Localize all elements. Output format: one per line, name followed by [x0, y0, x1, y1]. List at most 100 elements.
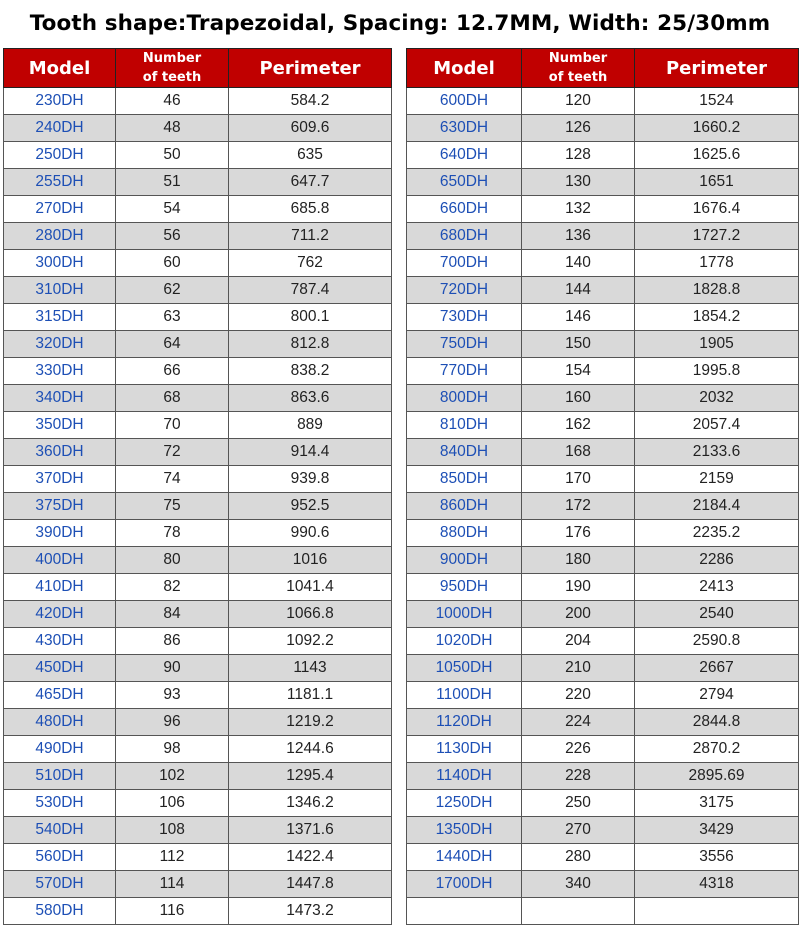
- perimeter-cell: 609.6: [228, 114, 392, 142]
- perimeter-cell: 1295.4: [228, 762, 392, 790]
- perimeter-cell: 1660.2: [634, 114, 799, 142]
- perimeter-cell: 711.2: [228, 222, 392, 250]
- teeth-header-line2: of teeth: [548, 70, 608, 85]
- model-cell: 650DH: [406, 168, 522, 196]
- teeth-cell: 60: [115, 249, 229, 277]
- table-row: 750DH 150 1905: [406, 330, 799, 358]
- teeth-header-line1: Number: [548, 51, 608, 66]
- teeth-cell: 102: [115, 762, 229, 790]
- perimeter-cell: 1181.1: [228, 681, 392, 709]
- perimeter-cell: 1727.2: [634, 222, 799, 250]
- model-cell: 1050DH: [406, 654, 522, 682]
- table-row: 700DH 140 1778: [406, 249, 799, 277]
- table-row: 430DH 86 1092.2: [3, 627, 392, 655]
- teeth-cell: 80: [115, 546, 229, 574]
- table-row: 360DH 72 914.4: [3, 438, 392, 466]
- teeth-cell: 144: [521, 276, 635, 304]
- model-cell: 540DH: [3, 816, 116, 844]
- table-row: 315DH 63 800.1: [3, 303, 392, 331]
- teeth-cell: 170: [521, 465, 635, 493]
- table-row: 1050DH 210 2667: [406, 654, 799, 682]
- teeth-cell: 180: [521, 546, 635, 574]
- table-row: 1100DH 220 2794: [406, 681, 799, 709]
- model-cell: 700DH: [406, 249, 522, 277]
- model-cell: 370DH: [3, 465, 116, 493]
- teeth-cell: 132: [521, 195, 635, 223]
- perimeter-cell: 2540: [634, 600, 799, 628]
- perimeter-cell: [634, 897, 799, 925]
- model-cell: 400DH: [3, 546, 116, 574]
- teeth-cell: 270: [521, 816, 635, 844]
- perimeter-cell: 647.7: [228, 168, 392, 196]
- table-row: 850DH 170 2159: [406, 465, 799, 493]
- table-row: 250DH 50 635: [3, 141, 392, 169]
- table-row: 400DH 80 1016: [3, 546, 392, 574]
- teeth-cell: 93: [115, 681, 229, 709]
- table-row: 1140DH 228 2895.69: [406, 762, 799, 790]
- perimeter-cell: 2895.69: [634, 762, 799, 790]
- table-row: 465DH 93 1181.1: [3, 681, 392, 709]
- table-row: 1440DH 280 3556: [406, 843, 799, 871]
- model-cell: 280DH: [3, 222, 116, 250]
- model-cell: 465DH: [3, 681, 116, 709]
- model-cell: 880DH: [406, 519, 522, 547]
- perimeter-cell: 1473.2: [228, 897, 392, 925]
- perimeter-header: Perimeter: [634, 48, 799, 88]
- model-cell: 300DH: [3, 249, 116, 277]
- perimeter-cell: 2794: [634, 681, 799, 709]
- teeth-header-line1: Number: [142, 51, 202, 66]
- teeth-cell: 204: [521, 627, 635, 655]
- perimeter-cell: 2057.4: [634, 411, 799, 439]
- table-row: [406, 897, 799, 925]
- model-cell: 230DH: [3, 87, 116, 115]
- perimeter-cell: 914.4: [228, 438, 392, 466]
- perimeter-cell: 584.2: [228, 87, 392, 115]
- teeth-cell: 120: [521, 87, 635, 115]
- table-row: 580DH 116 1473.2: [3, 897, 392, 925]
- table-row: 340DH 68 863.6: [3, 384, 392, 412]
- perimeter-cell: 2667: [634, 654, 799, 682]
- perimeter-cell: 2413: [634, 573, 799, 601]
- model-cell: 570DH: [3, 870, 116, 898]
- model-cell: 770DH: [406, 357, 522, 385]
- teeth-cell: 168: [521, 438, 635, 466]
- table-row: 320DH 64 812.8: [3, 330, 392, 358]
- teeth-cell: 280: [521, 843, 635, 871]
- teeth-cell: 64: [115, 330, 229, 358]
- teeth-cell: 70: [115, 411, 229, 439]
- teeth-cell: 224: [521, 708, 635, 736]
- teeth-cell: 228: [521, 762, 635, 790]
- model-cell: 310DH: [3, 276, 116, 304]
- teeth-cell: 56: [115, 222, 229, 250]
- model-cell: 580DH: [3, 897, 116, 925]
- table-row: 1120DH 224 2844.8: [406, 708, 799, 736]
- perimeter-cell: 1041.4: [228, 573, 392, 601]
- perimeter-cell: 1524: [634, 87, 799, 115]
- model-cell: 1120DH: [406, 708, 522, 736]
- perimeter-cell: 1346.2: [228, 789, 392, 817]
- teeth-cell: 46: [115, 87, 229, 115]
- perimeter-cell: 2286: [634, 546, 799, 574]
- teeth-cell: 126: [521, 114, 635, 142]
- teeth-cell: 250: [521, 789, 635, 817]
- table-row: 1130DH 226 2870.2: [406, 735, 799, 763]
- model-cell: 530DH: [3, 789, 116, 817]
- header-row: Model Number of teeth Perimeter: [3, 48, 392, 88]
- perimeter-cell: 762: [228, 249, 392, 277]
- teeth-header: Number of teeth: [521, 48, 635, 88]
- table-row: 330DH 66 838.2: [3, 357, 392, 385]
- perimeter-cell: 685.8: [228, 195, 392, 223]
- belt-table-right: Model Number of teeth Perimeter 600DH 120 1…: [406, 48, 799, 925]
- model-cell: 270DH: [3, 195, 116, 223]
- teeth-cell: 116: [115, 897, 229, 925]
- teeth-cell: 146: [521, 303, 635, 331]
- table-row: 350DH 70 889: [3, 411, 392, 439]
- teeth-header: Number of teeth: [115, 48, 229, 88]
- perimeter-cell: 3175: [634, 789, 799, 817]
- model-cell: 1350DH: [406, 816, 522, 844]
- table-body-right: 600DH 120 1524 630DH 126 1660.2 640DH 128 1625.6…: [406, 87, 799, 925]
- teeth-cell: 140: [521, 249, 635, 277]
- table-row: 390DH 78 990.6: [3, 519, 392, 547]
- teeth-cell: 130: [521, 168, 635, 196]
- table-body-left: 230DH 46 584.2 240DH 48 609.6 250DH 50 635 255DH 5…: [3, 87, 392, 925]
